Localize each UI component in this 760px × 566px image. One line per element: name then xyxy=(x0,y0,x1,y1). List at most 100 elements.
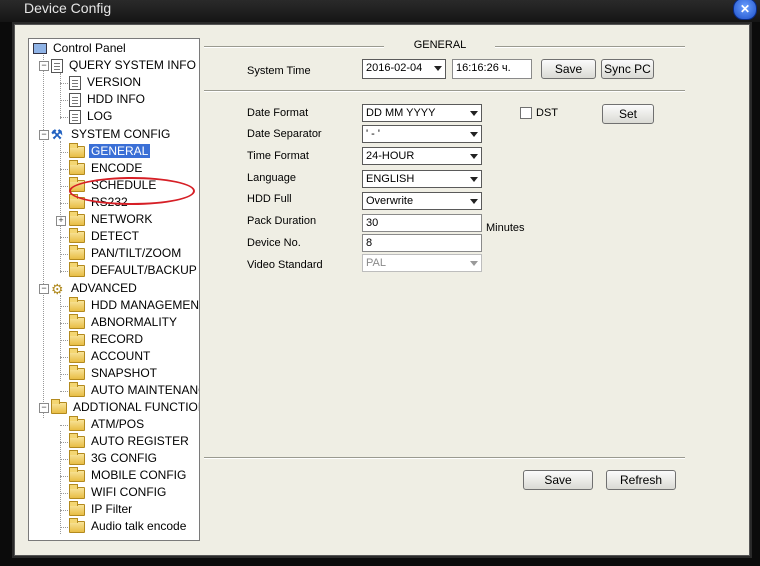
computer-icon xyxy=(33,43,47,55)
tree-item-encode[interactable]: ENCODE xyxy=(69,159,144,177)
tree-item-hdd-management[interactable]: HDD MANAGEMENT xyxy=(69,296,199,314)
tree-line xyxy=(60,271,68,272)
folder-icon xyxy=(69,432,85,448)
tree-item-auto-maintenance[interactable]: AUTO MAINTENANC xyxy=(69,381,199,399)
expand-network-button[interactable]: + xyxy=(56,216,66,226)
folder-icon xyxy=(69,193,85,209)
chevron-down-icon xyxy=(470,177,478,182)
tree-line xyxy=(60,237,68,238)
tree-item-version[interactable]: VERSION xyxy=(69,74,143,91)
tree-item-general[interactable]: GENERAL xyxy=(69,142,151,160)
tree-item-detect[interactable]: DETECT xyxy=(69,227,141,245)
system-date-picker[interactable]: 2016-02-04 xyxy=(362,59,446,79)
time-format-select[interactable]: 24-HOUR xyxy=(362,147,482,165)
chevron-down-icon xyxy=(470,111,478,116)
tree-line xyxy=(43,55,44,418)
tree-root[interactable]: Control Panel xyxy=(33,40,128,57)
close-icon[interactable]: ✕ xyxy=(733,0,757,20)
folder-icon xyxy=(69,313,85,329)
folder-icon xyxy=(69,159,85,175)
video-standard-value: PAL xyxy=(366,257,386,269)
chevron-down-icon xyxy=(470,199,478,204)
tree-item-record[interactable]: RECORD xyxy=(69,330,145,348)
chevron-down-icon xyxy=(470,132,478,137)
tree-item-mobile-config[interactable]: MOBILE CONFIG xyxy=(69,466,188,484)
folder-icon xyxy=(69,330,85,346)
chevron-down-icon xyxy=(470,261,478,266)
tree-item-3g-config[interactable]: 3G CONFIG xyxy=(69,449,159,467)
refresh-button[interactable]: Refresh xyxy=(606,470,676,490)
footer-divider xyxy=(204,457,685,459)
collapse-query-button[interactable]: − xyxy=(39,61,49,71)
section-divider xyxy=(204,90,685,92)
time-format-label: Time Format xyxy=(247,150,309,162)
tree-line xyxy=(60,254,68,255)
folder-open-icon xyxy=(69,142,85,158)
save-button[interactable]: Save xyxy=(523,470,593,490)
hdd-full-select[interactable]: Overwrite xyxy=(362,192,482,210)
folder-icon xyxy=(69,500,85,516)
tree-item-schedule[interactable]: SCHEDULE xyxy=(69,176,158,194)
tree-item-auto-register[interactable]: AUTO REGISTER xyxy=(69,432,191,450)
collapse-advanced-button[interactable]: − xyxy=(39,284,49,294)
save-time-button[interactable]: Save xyxy=(541,59,596,79)
date-separator-label: Date Separator xyxy=(247,128,322,140)
tree-group-advanced[interactable]: ⚙ ADVANCED xyxy=(51,280,139,297)
tree-line xyxy=(60,117,68,118)
tree-line xyxy=(60,391,68,392)
dst-label: DST xyxy=(536,107,558,119)
folder-icon xyxy=(69,449,85,465)
tree-item-wifi-config[interactable]: WIFI CONFIG xyxy=(69,483,168,501)
tree-line xyxy=(60,73,61,119)
pack-duration-field[interactable]: 30 xyxy=(362,214,482,232)
system-time-label: System Time xyxy=(247,65,311,77)
tree-line xyxy=(60,306,68,307)
tree-item-rs232[interactable]: RS232 xyxy=(69,193,130,211)
tree-line xyxy=(60,374,68,375)
tree-item-ptz[interactable]: PAN/TILT/ZOOM xyxy=(69,244,183,262)
folder-icon xyxy=(69,296,85,312)
tree-item-network[interactable]: NETWORK xyxy=(69,210,154,228)
language-select[interactable]: ENGLISH xyxy=(362,170,482,188)
tree-item-account[interactable]: ACCOUNT xyxy=(69,347,152,365)
folder-icon xyxy=(69,261,85,277)
folder-icon xyxy=(51,398,67,414)
tree-group-query[interactable]: QUERY SYSTEM INFO xyxy=(51,57,198,74)
date-format-select[interactable]: DD MM YYYY xyxy=(362,104,482,122)
sync-pc-button[interactable]: Sync PC xyxy=(601,59,654,79)
tree-line xyxy=(60,203,68,204)
tree-item-abnormality[interactable]: ABNORMALITY xyxy=(69,313,179,331)
tree-item-hdd-info[interactable]: HDD INFO xyxy=(69,91,147,108)
tree-item-atm-pos[interactable]: ATM/POS xyxy=(69,415,146,433)
window-title: Device Config xyxy=(24,0,112,16)
tree-group-additional[interactable]: ADDTIONAL FUNCTION xyxy=(51,398,199,416)
folder-icon xyxy=(69,364,85,380)
gears-icon: ⚙ xyxy=(51,280,64,297)
collapse-system-button[interactable]: − xyxy=(39,130,49,140)
tree-line xyxy=(60,186,68,187)
tools-icon: ⚒ xyxy=(51,126,63,142)
tree-line xyxy=(60,510,68,511)
collapse-additional-button[interactable]: − xyxy=(39,403,49,413)
system-time-field[interactable]: 16:16:26 ч. xyxy=(452,59,532,79)
title-bar: Device Config ✕ xyxy=(0,0,760,22)
tree-line xyxy=(60,442,68,443)
folder-icon xyxy=(69,415,85,431)
chevron-down-icon xyxy=(470,154,478,159)
time-format-value: 24-HOUR xyxy=(366,150,415,162)
config-tree[interactable]: Control Panel − QUERY SYSTEM INFO VERSIO… xyxy=(28,38,200,541)
device-no-label: Device No. xyxy=(247,237,301,249)
tree-line xyxy=(60,295,61,381)
date-separator-select[interactable]: ' - ' xyxy=(362,125,482,143)
tree-group-system[interactable]: ⚒ SYSTEM CONFIG xyxy=(51,126,172,143)
dst-set-button[interactable]: Set xyxy=(602,104,654,124)
tree-item-ip-filter[interactable]: IP Filter xyxy=(69,500,134,518)
folder-icon xyxy=(69,483,85,499)
tree-item-default-backup[interactable]: DEFAULT/BACKUP xyxy=(69,261,199,279)
tree-item-snapshot[interactable]: SNAPSHOT xyxy=(69,364,159,382)
dst-checkbox[interactable] xyxy=(520,107,532,119)
tree-item-log[interactable]: LOG xyxy=(69,108,114,125)
device-no-field[interactable]: 8 xyxy=(362,234,482,252)
video-standard-label: Video Standard xyxy=(247,259,323,271)
tree-item-audio-talk-encode[interactable]: Audio talk encode xyxy=(69,517,188,535)
